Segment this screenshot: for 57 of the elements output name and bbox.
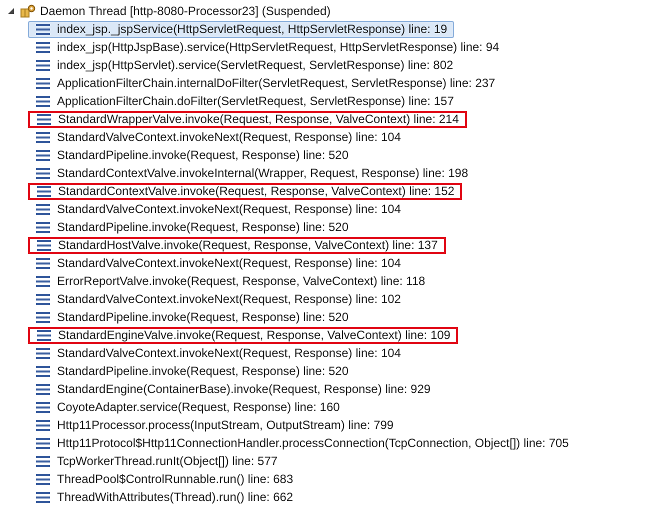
stack-frame-icon <box>36 294 50 304</box>
stack-frame-icon <box>36 348 50 358</box>
stack-frame-item[interactable]: ThreadPool$ControlRunnable.run() line: 683 <box>28 470 300 488</box>
stack-frame-icon <box>36 222 50 232</box>
stack-frame-icon <box>36 24 50 34</box>
stack-frame-item[interactable]: index_jsp(HttpServlet).service(ServletRequest, ServletResponse) line: 802 <box>28 56 460 74</box>
stack-frame-icon <box>36 78 50 88</box>
stack-frame-item[interactable]: StandardValveContext.invokeNext(Request, Response) line: 104 <box>28 128 408 146</box>
stack-frame-icon <box>37 186 51 196</box>
stack-frame-item[interactable]: StandardValveContext.invokeNext(Request, Response) line: 104 <box>28 254 408 272</box>
stack-frame-icon <box>37 114 51 124</box>
stack-frame-item[interactable]: StandardValveContext.invokeNext(Request, Response) line: 104 <box>28 200 408 218</box>
stack-frame-item[interactable]: Http11Protocol$Http11ConnectionHandler.processConnection(TcpConnection, Object[]) line: 705 <box>28 434 576 452</box>
stack-frame-icon <box>36 456 50 466</box>
stack-frame-icon <box>37 330 51 340</box>
stack-frame-icon <box>36 492 50 502</box>
stack-frame-item[interactable]: StandardContextValve.invokeInternal(Wrapper, Request, Response) line: 198 <box>28 164 476 182</box>
stack-frame-item[interactable]: CoyoteAdapter.service(Request, Response) line: 160 <box>28 398 347 416</box>
stack-frame-item[interactable]: StandardPipeline.invoke(Request, Response) line: 520 <box>28 362 356 380</box>
stack-frame-item[interactable]: StandardHostValve.invoke(Request, Response, ValveContext) line: 137 <box>28 236 446 254</box>
stack-frame-icon <box>36 132 50 142</box>
stack-frame-item[interactable]: StandardPipeline.invoke(Request, Response) line: 520 <box>28 218 356 236</box>
thread-gears-icon <box>20 4 36 18</box>
stack-frame-icon <box>36 312 50 322</box>
expand-triangle-icon[interactable] <box>7 7 15 15</box>
thread-label[interactable]: Daemon Thread [http-8080-Processor23] (Suspended) <box>40 4 331 18</box>
stack-frame-icon <box>36 258 50 268</box>
stack-frame-icon <box>36 438 50 448</box>
stack-frame-icon <box>37 240 51 250</box>
stack-frame-item[interactable]: StandardWrapperValve.invoke(Request, Response, ValveContext) line: 214 <box>28 110 467 128</box>
stack-frame-icon <box>36 168 50 178</box>
stack-frame-icon <box>36 402 50 412</box>
stack-frame-icon <box>36 420 50 430</box>
stack-frame-item[interactable]: ThreadWithAttributes(Thread).run() line: 662 <box>28 488 300 506</box>
stack-frame-item[interactable]: StandardContextValve.invoke(Request, Response, ValveContext) line: 152 <box>28 182 462 200</box>
stack-frame-item[interactable]: ApplicationFilterChain.internalDoFilter(ServletRequest, ServletResponse) line: 237 <box>28 74 502 92</box>
stack-frame-icon <box>36 204 50 214</box>
stack-frame-item[interactable]: StandardEngine(ContainerBase).invoke(Request, Response) line: 929 <box>28 380 438 398</box>
stack-frame-item[interactable]: ErrorReportValve.invoke(Request, Response, ValveContext) line: 118 <box>28 272 432 290</box>
stack-frame-item[interactable]: Http11Processor.process(InputStream, OutputStream) line: 799 <box>28 416 401 434</box>
stack-frame-icon <box>36 150 50 160</box>
stack-frame-icon <box>36 366 50 376</box>
stack-frame-item[interactable]: StandardValveContext.invokeNext(Request, Response) line: 102 <box>28 290 408 308</box>
stack-frame-item[interactable]: StandardPipeline.invoke(Request, Response) line: 520 <box>28 146 356 164</box>
stack-frame-icon <box>36 96 50 106</box>
stack-frame-icon <box>36 60 50 70</box>
stack-frame-item[interactable]: StandardPipeline.invoke(Request, Response) line: 520 <box>28 308 356 326</box>
stack-frame-item[interactable]: index_jsp(HttpJspBase).service(HttpServletRequest, HttpServletResponse) line: 94 <box>28 38 506 56</box>
stack-frame-item[interactable]: StandardEngineValve.invoke(Request, Response, ValveContext) line: 109 <box>28 326 458 344</box>
stack-frame-item[interactable]: ApplicationFilterChain.doFilter(ServletRequest, ServletResponse) line: 157 <box>28 92 461 110</box>
stack-frame-icon <box>36 276 50 286</box>
stack-frame-icon <box>36 384 50 394</box>
stack-frame-icon <box>36 474 50 484</box>
stack-frame-item[interactable]: StandardValveContext.invokeNext(Request, Response) line: 104 <box>28 344 408 362</box>
stack-frame-item[interactable]: index_jsp._jspService(HttpServletRequest, HttpServletResponse) line: 19 <box>28 20 454 38</box>
stack-frame-item[interactable]: TcpWorkerThread.runIt(Object[]) line: 577 <box>28 452 285 470</box>
stack-frame-icon <box>36 42 50 52</box>
